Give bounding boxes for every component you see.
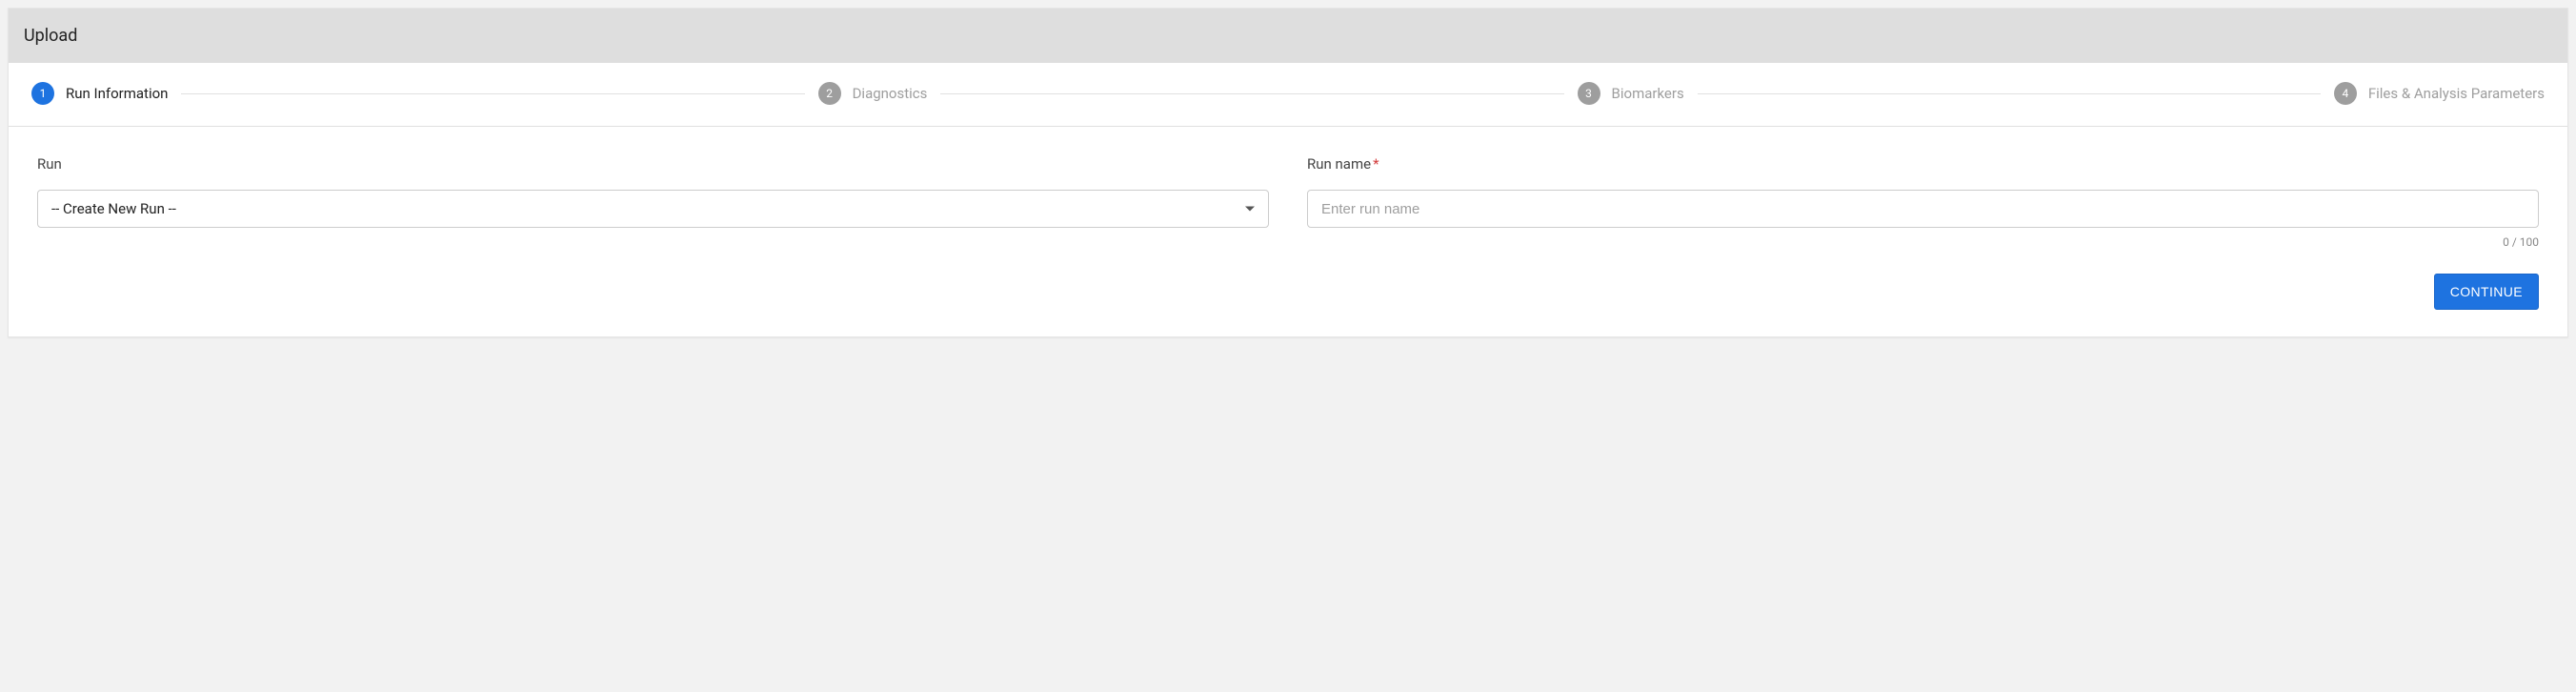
actions-row: CONTINUE <box>9 274 2567 336</box>
step-label-4: Files & Analysis Parameters <box>2368 85 2545 102</box>
step-label-2: Diagnostics <box>853 85 928 102</box>
run-column: Run -- Create New Run -- <box>37 155 1269 249</box>
run-name-label: Run name* <box>1307 155 2539 173</box>
run-name-label-text: Run name <box>1307 155 1371 173</box>
step-divider <box>1698 93 2321 94</box>
step-number-1: 1 <box>31 82 54 105</box>
step-number-3: 3 <box>1578 82 1600 105</box>
run-label: Run <box>37 155 1269 173</box>
run-select[interactable]: -- Create New Run -- <box>37 190 1269 228</box>
stepper: 1 Run Information 2 Diagnostics 3 Biomar… <box>9 63 2567 127</box>
page-title: Upload <box>9 9 2567 63</box>
run-name-column: Run name* 0 / 100 <box>1307 155 2539 249</box>
chevron-down-icon <box>1245 207 1255 212</box>
step-files-analysis[interactable]: 4 Files & Analysis Parameters <box>2334 82 2545 105</box>
step-number-4: 4 <box>2334 82 2357 105</box>
step-biomarkers[interactable]: 3 Biomarkers <box>1578 82 1684 105</box>
step-divider <box>181 93 804 94</box>
upload-card: Upload 1 Run Information 2 Diagnostics 3… <box>8 8 2568 337</box>
run-name-input[interactable] <box>1307 190 2539 228</box>
char-counter: 0 / 100 <box>2503 235 2539 249</box>
step-diagnostics[interactable]: 2 Diagnostics <box>818 82 928 105</box>
step-number-2: 2 <box>818 82 841 105</box>
step-label-1: Run Information <box>66 85 168 102</box>
run-select-value: -- Create New Run -- <box>51 200 176 217</box>
required-indicator: * <box>1373 155 1379 173</box>
step-divider <box>940 93 1563 94</box>
step-run-information[interactable]: 1 Run Information <box>31 82 168 105</box>
step-label-3: Biomarkers <box>1612 85 1684 102</box>
continue-button[interactable]: CONTINUE <box>2434 274 2539 310</box>
form-area: Run -- Create New Run -- Run name* 0 / 1… <box>9 127 2567 274</box>
